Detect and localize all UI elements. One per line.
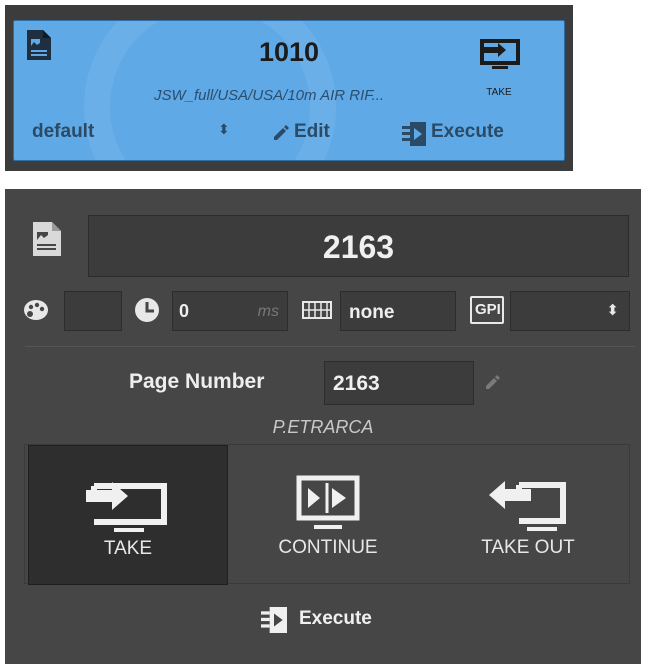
document-icon <box>33 222 61 256</box>
page-number-label: Page Number <box>129 370 265 393</box>
page-title: 2163 <box>322 229 395 265</box>
edit-button[interactable]: Edit <box>294 121 330 143</box>
clock-icon <box>135 298 159 322</box>
variant-select[interactable]: default <box>32 121 94 143</box>
page-number-value: 2163 <box>333 372 380 395</box>
gpi-label: GPI <box>475 301 501 318</box>
layer-select[interactable]: none <box>340 291 456 331</box>
take-out-label: TAKE OUT <box>481 537 575 558</box>
pencil-icon[interactable] <box>272 123 290 146</box>
duration-field[interactable]: 0 ms <box>172 291 288 331</box>
select-arrows-icon[interactable]: ⬍ <box>218 121 230 138</box>
take-out-icon <box>489 481 566 531</box>
template-card-body[interactable]: 1010 JSW_full/USA/USA/10m AIR RIF... TAK… <box>13 20 565 161</box>
execute-button[interactable]: Execute <box>299 608 372 630</box>
layer-value: none <box>349 302 395 323</box>
continue-button[interactable]: CONTINUE <box>228 445 428 585</box>
duration-value: 0 <box>179 301 190 321</box>
take-label: TAKE <box>103 538 153 559</box>
execute-icon[interactable] <box>261 607 287 633</box>
palette-icon <box>24 300 48 320</box>
gpi-select[interactable]: ⬍ <box>510 291 630 331</box>
execute-button[interactable]: Execute <box>431 121 504 143</box>
gpi-icon: GPI <box>470 296 504 324</box>
author-label: P.ETRARCA <box>272 417 374 437</box>
grid-layer-icon <box>302 301 332 319</box>
take-out-button[interactable]: TAKE OUT <box>428 445 628 585</box>
page-number-field[interactable]: 2163 <box>324 361 474 405</box>
color-swatch-field[interactable] <box>64 291 122 331</box>
take-label: TAKE <box>486 87 512 98</box>
page-title-field[interactable]: 2163 <box>88 215 629 277</box>
select-arrows-icon: ⬍ <box>606 302 619 319</box>
take-button[interactable]: TAKE <box>28 445 228 585</box>
take-icon <box>86 482 167 532</box>
divider <box>25 346 635 347</box>
template-panel: 2163 0 ms none GPI ⬍ Page Number 2163 P.… <box>5 189 641 664</box>
template-card: 1010 JSW_full/USA/USA/10m AIR RIF... TAK… <box>5 5 573 171</box>
template-path: JSW_full/USA/USA/10m AIR RIF... <box>153 87 385 104</box>
action-button-group: TAKE CONTINUE TAKE OUT <box>24 444 630 585</box>
execute-icon[interactable] <box>402 122 426 151</box>
continue-label: CONTINUE <box>278 537 378 558</box>
continue-icon <box>296 475 360 529</box>
pencil-icon[interactable] <box>485 374 501 390</box>
duration-unit: ms <box>257 303 279 320</box>
take-icon <box>480 39 520 69</box>
